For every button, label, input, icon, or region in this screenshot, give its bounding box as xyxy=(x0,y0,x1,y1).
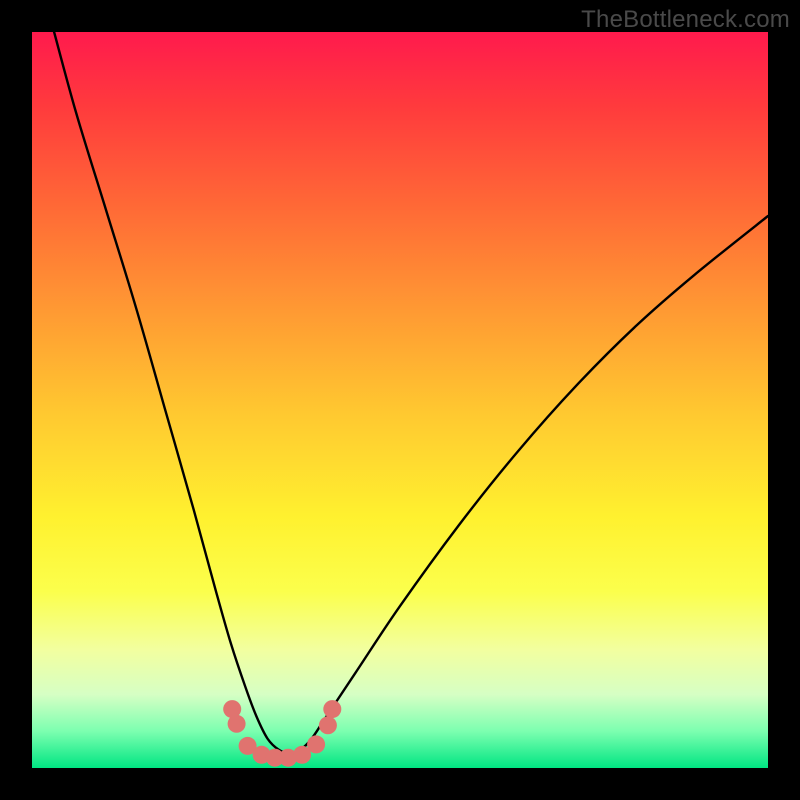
marker-dot xyxy=(228,715,246,733)
watermark-text: TheBottleneck.com xyxy=(581,6,790,34)
bottleneck-curve xyxy=(54,32,768,753)
low-point-markers xyxy=(223,700,341,767)
marker-dot xyxy=(319,716,337,734)
marker-dot xyxy=(323,700,341,718)
marker-dot xyxy=(307,735,325,753)
plot-area xyxy=(32,32,768,768)
chart-frame: TheBottleneck.com xyxy=(0,0,800,800)
curve-svg xyxy=(32,32,768,768)
